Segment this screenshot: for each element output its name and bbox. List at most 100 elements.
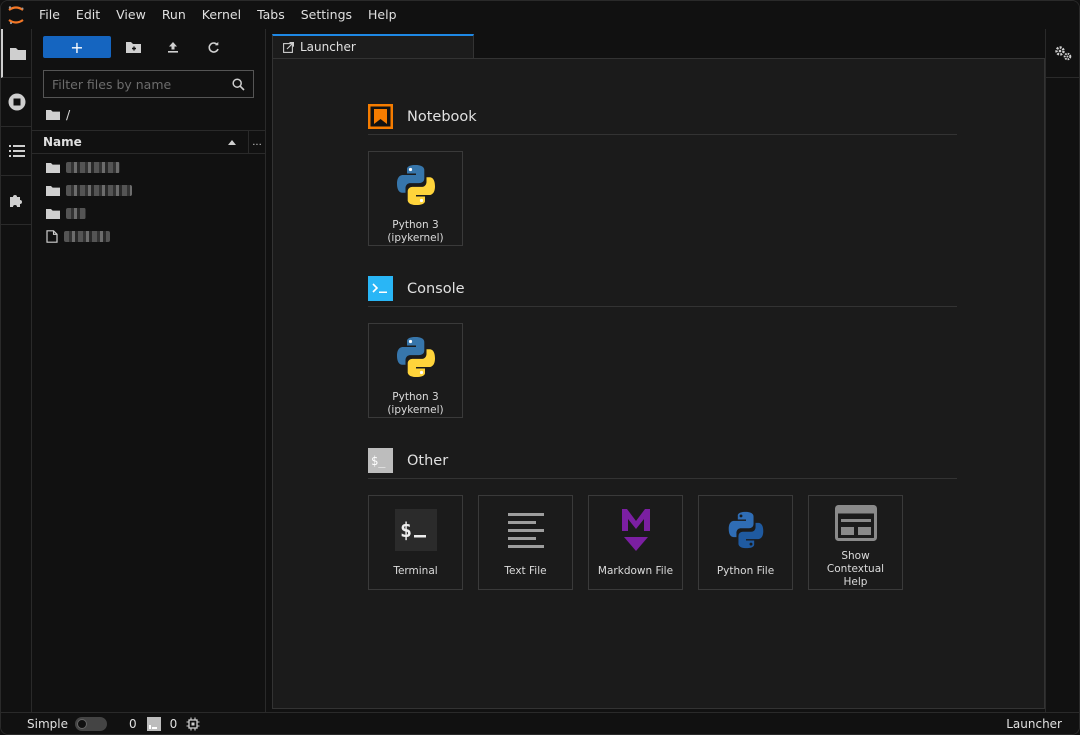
simple-mode-label: Simple	[27, 716, 68, 731]
tab-label: Launcher	[300, 40, 356, 54]
launcher-panel: Notebook Python 3 (ipykernel) Console Py…	[272, 58, 1045, 709]
sort-ascending-icon	[228, 139, 236, 145]
section-title: Notebook	[407, 108, 477, 125]
list-item[interactable]	[32, 225, 265, 248]
terminal-icon: $	[390, 504, 442, 556]
folder-icon	[46, 209, 60, 219]
table-of-contents-tab[interactable]	[1, 127, 32, 176]
stop-circle-icon	[8, 93, 25, 111]
launcher-section-console: Console Python 3 (ipykernel)	[368, 271, 957, 418]
launcher-icon	[283, 41, 294, 53]
launcher-section-other: $_ Other $ Terminal Text File Markdown F…	[368, 443, 957, 590]
right-activity-bar	[1045, 29, 1079, 714]
column-options-button[interactable]: ...	[249, 137, 265, 148]
redacted-file-name	[66, 208, 86, 219]
launcher-section-notebook: Notebook Python 3 (ipykernel)	[368, 99, 957, 246]
main-area: Launcher Notebook Python 3 (ipykernel) C…	[267, 29, 1047, 714]
filter-files-input[interactable]	[52, 76, 222, 92]
card-label: Text File	[504, 565, 547, 577]
list-item[interactable]	[32, 179, 265, 202]
other-section-icon: $_	[368, 448, 393, 473]
redacted-file-name	[64, 231, 110, 242]
console-icon	[368, 276, 393, 301]
redacted-file-name	[66, 162, 120, 173]
search-icon	[232, 77, 245, 91]
file-browser-tab[interactable]	[1, 29, 32, 78]
list-item[interactable]	[32, 156, 265, 179]
section-header: Notebook	[368, 99, 957, 135]
launcher-card-text-file[interactable]: Text File	[478, 495, 573, 590]
breadcrumb-root[interactable]: /	[66, 107, 70, 122]
folder-icon	[46, 186, 60, 196]
tab-launcher[interactable]: Launcher	[272, 34, 474, 58]
launcher-card-python-file[interactable]: Python File	[698, 495, 793, 590]
contextual-help-icon	[830, 504, 882, 541]
notebook-icon	[368, 104, 393, 129]
menu-file[interactable]: File	[31, 1, 68, 29]
section-header: $_ Other	[368, 443, 957, 479]
file-list-header: Name ...	[32, 130, 265, 154]
file-browser-toolbar: +	[32, 29, 265, 65]
card-label: Markdown File	[597, 565, 674, 577]
tab-bar: Launcher	[267, 29, 1047, 58]
list-item[interactable]	[32, 202, 265, 225]
puzzle-icon	[10, 194, 22, 207]
card-label: Python File	[716, 565, 775, 577]
list-icon	[8, 145, 25, 157]
menu-view[interactable]: View	[108, 1, 154, 29]
card-list: Python 3 (ipykernel)	[368, 151, 957, 246]
launcher-card-contextual-help[interactable]: Show Contextual Help	[808, 495, 903, 590]
home-folder-icon[interactable]	[46, 109, 60, 120]
file-icon	[46, 230, 58, 243]
file-list	[32, 154, 265, 248]
python-logo-icon	[390, 332, 442, 382]
new-folder-icon	[125, 42, 141, 53]
python-file-icon	[720, 504, 772, 556]
menu-run[interactable]: Run	[154, 1, 194, 29]
card-label: Show Contextual Help	[826, 550, 885, 588]
terminal-status-icon	[146, 716, 161, 731]
jupyterlab-window: File Edit View Run Kernel Tabs Settings …	[0, 0, 1080, 735]
markdown-icon	[610, 504, 662, 556]
launcher-card-console-python3[interactable]: Python 3 (ipykernel)	[368, 323, 463, 418]
menu-help[interactable]: Help	[360, 1, 405, 29]
terminals-count[interactable]: 0	[129, 717, 137, 731]
section-title: Other	[407, 452, 449, 469]
jupyter-logo-icon	[1, 1, 31, 29]
status-bar: Simple 0 0 Launcher	[1, 712, 1079, 734]
menu-edit[interactable]: Edit	[68, 1, 108, 29]
svg-text:$: $	[400, 518, 412, 542]
card-label: Python 3 (ipykernel)	[387, 391, 444, 416]
running-sessions-tab[interactable]	[1, 78, 32, 127]
menu-tabs[interactable]: Tabs	[249, 1, 293, 29]
menu-settings[interactable]: Settings	[293, 1, 360, 29]
upload-button[interactable]	[153, 36, 193, 58]
breadcrumb: /	[32, 98, 265, 130]
file-browser-panel: + / Name ...	[32, 29, 266, 714]
refresh-icon	[207, 41, 219, 53]
extension-manager-tab[interactable]	[1, 176, 32, 225]
new-folder-button[interactable]	[113, 36, 153, 58]
launcher-card-terminal[interactable]: $ Terminal	[368, 495, 463, 590]
left-activity-bar	[1, 29, 32, 714]
property-inspector-tab[interactable]	[1046, 29, 1079, 78]
section-title: Console	[407, 280, 465, 297]
name-column-header[interactable]: Name	[32, 131, 249, 153]
name-column-label: Name	[43, 135, 82, 149]
card-list: Python 3 (ipykernel)	[368, 323, 957, 418]
card-list: $ Terminal Text File Markdown File Pytho…	[368, 495, 957, 590]
kernels-count[interactable]: 0	[170, 717, 178, 731]
filter-files-field[interactable]	[43, 70, 254, 98]
upload-icon	[168, 42, 178, 53]
refresh-button[interactable]	[193, 36, 233, 58]
text-file-icon	[500, 504, 552, 556]
launcher-card-notebook-python3[interactable]: Python 3 (ipykernel)	[368, 151, 463, 246]
simple-mode-toggle[interactable]	[74, 716, 107, 731]
menu-bar: File Edit View Run Kernel Tabs Settings …	[1, 1, 1079, 29]
kernel-cpu-icon	[186, 717, 200, 730]
folder-icon	[9, 48, 26, 60]
launcher-card-markdown-file[interactable]: Markdown File	[588, 495, 683, 590]
new-launcher-button[interactable]: +	[43, 36, 111, 58]
current-activity-label: Launcher	[1006, 716, 1062, 731]
menu-kernel[interactable]: Kernel	[194, 1, 249, 29]
